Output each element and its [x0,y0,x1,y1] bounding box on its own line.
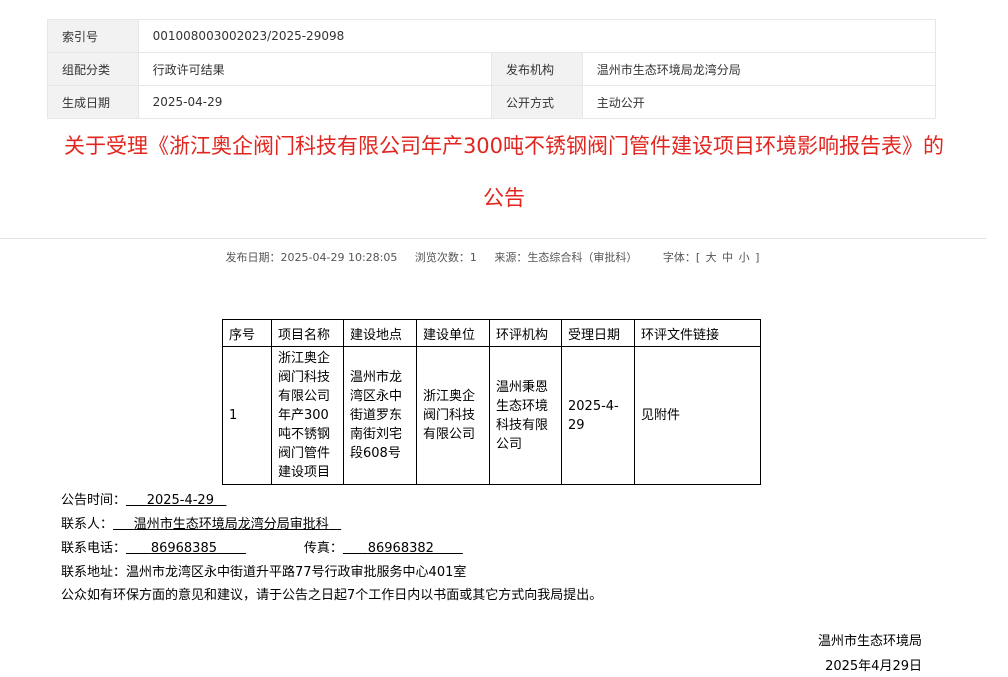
mode-label: 公开方式 [491,85,583,119]
cell-line: 2025-4- [568,398,619,414]
notice-contact: 联系人： 温州市生态环境局龙湾分局审批科 [61,513,341,532]
font-small-button[interactable]: 小 [739,251,750,264]
date-label: 生成日期 [47,85,139,119]
cell-no: 1 [222,346,272,485]
metadata-table: 索引号 001008003002023/2025-29098 组配分类 行政许可… [47,19,937,119]
notice-phone: 联系电话： 86968385 传真： 86968382 [61,537,463,556]
date-value: 2025-04-29 [137,85,493,119]
cell-line: 街道罗东 [350,408,403,423]
header-location: 建设地点 [343,319,417,347]
mode-value: 主动公开 [581,85,937,119]
contact-label: 联系人： [61,517,114,532]
cell-line: 吨不锈钢 [278,427,331,442]
fax-value: 86968382 [367,541,434,556]
font-large-button[interactable]: 大 [706,251,717,264]
source: 来源：生态综合科（审批科） [494,251,638,264]
cell-builder: 浙江奥企 阀门科技 有限公司 [416,346,490,485]
header-no: 序号 [222,319,272,347]
font-size-label: 字体：[ [662,251,701,264]
cell-agency: 温州秉恩 生态环境 科技有限 公司 [489,346,562,485]
header-date: 受理日期 [561,319,635,347]
table-header-row: 序号 项目名称 建设地点 建设单位 环评机构 受理日期 环评文件链接 [222,319,761,347]
header-link: 环评文件链接 [634,319,761,347]
view-count: 浏览次数：1 [414,251,477,264]
cell-line: 浙江奥企 [278,351,331,366]
cell-project: 浙江奥企 阀门科技 有限公司 年产300 吨不锈钢 阀门管件 建设项目 [271,346,344,485]
header-builder: 建设单位 [416,319,490,347]
cell-line: 阀门科技 [278,370,331,385]
cell-date: 2025-4- 29 [561,346,635,485]
cell-line: 年产300 [278,408,329,423]
phone-label: 联系电话： [61,541,127,556]
category-label: 组配分类 [47,52,139,86]
cell-line: 有限公司 [278,389,331,404]
header-project: 项目名称 [271,319,344,347]
issuer-label: 发布机构 [491,52,583,86]
publish-date: 发布日期：2025-04-29 10:28:05 [225,251,398,264]
cell-location: 温州市龙 湾区永中 街道罗东 南街刘宅 段608号 [343,346,417,485]
notice-time-label: 公告时间： [61,493,127,508]
issuer-value: 温州市生态环境局龙湾分局 [581,52,937,86]
notice-address: 联系地址：温州市龙湾区永中街道升平路77号行政审批服务中心401室 [61,565,467,580]
cell-link[interactable]: 见附件 [634,346,761,485]
fax-label: 传真： [303,541,343,556]
font-size-control: 字体：[ 大 中 小 ] [662,251,761,264]
divider [0,238,986,239]
notice-time-value: 2025-4-29 [146,493,214,508]
cell-line: 生态环境 [496,398,549,414]
cell-line: 南街刘宅 [350,427,403,442]
page-title: 关于受理《浙江奥企阀门科技有限公司年产300吨不锈钢阀门管件建设项目环境影响报告… [0,126,1008,218]
font-size-end: ] [755,251,760,264]
cell-line: 温州市龙 [350,370,403,385]
article-info: 发布日期：2025-04-29 10:28:05 浏览次数：1 来源：生态综合科… [0,249,986,265]
cell-line: 阀门管件 [278,446,331,461]
project-table: 序号 项目名称 建设地点 建设单位 环评机构 受理日期 环评文件链接 1 浙江奥… [222,319,761,485]
category-value: 行政许可结果 [137,52,493,86]
font-medium-button[interactable]: 中 [722,251,733,264]
index-label: 索引号 [47,19,139,53]
notice-time: 公告时间： 2025-4-29 [61,489,226,508]
phone-value: 86968385 [150,541,217,556]
cell-line: 浙江奥企 [423,389,476,404]
cell-line: 建设项目 [278,465,331,480]
cell-line: 科技有限 [496,417,549,433]
cell-line: 段608号 [350,446,401,461]
notice-note: 公众如有环保方面的意见和建议，请于公告之日起7个工作日内以书面或其它方式向我局提… [61,588,603,603]
cell-line: 阀门科技 [423,408,476,423]
cell-line: 有限公司 [423,427,476,442]
cell-line: 湾区永中 [350,389,403,404]
signature-org: 温州市生态环境局 [817,634,922,649]
title-line-1: 关于受理《浙江奥企阀门科技有限公司年产300吨不锈钢阀门管件建设项目环境影响报告… [63,134,945,158]
index-value: 001008003002023/2025-29098 [137,19,937,53]
cell-line: 温州秉恩 [496,379,549,395]
contact-value: 温州市生态环境局龙湾分局审批科 [133,517,329,532]
cell-line: 29 [568,417,585,433]
cell-line: 公司 [496,436,523,452]
header-agency: 环评机构 [489,319,562,347]
table-row: 1 浙江奥企 阀门科技 有限公司 年产300 吨不锈钢 阀门管件 建设项目 温州… [222,346,761,485]
signature-date: 2025年4月29日 [825,659,922,674]
title-line-2: 公告 [483,186,525,210]
